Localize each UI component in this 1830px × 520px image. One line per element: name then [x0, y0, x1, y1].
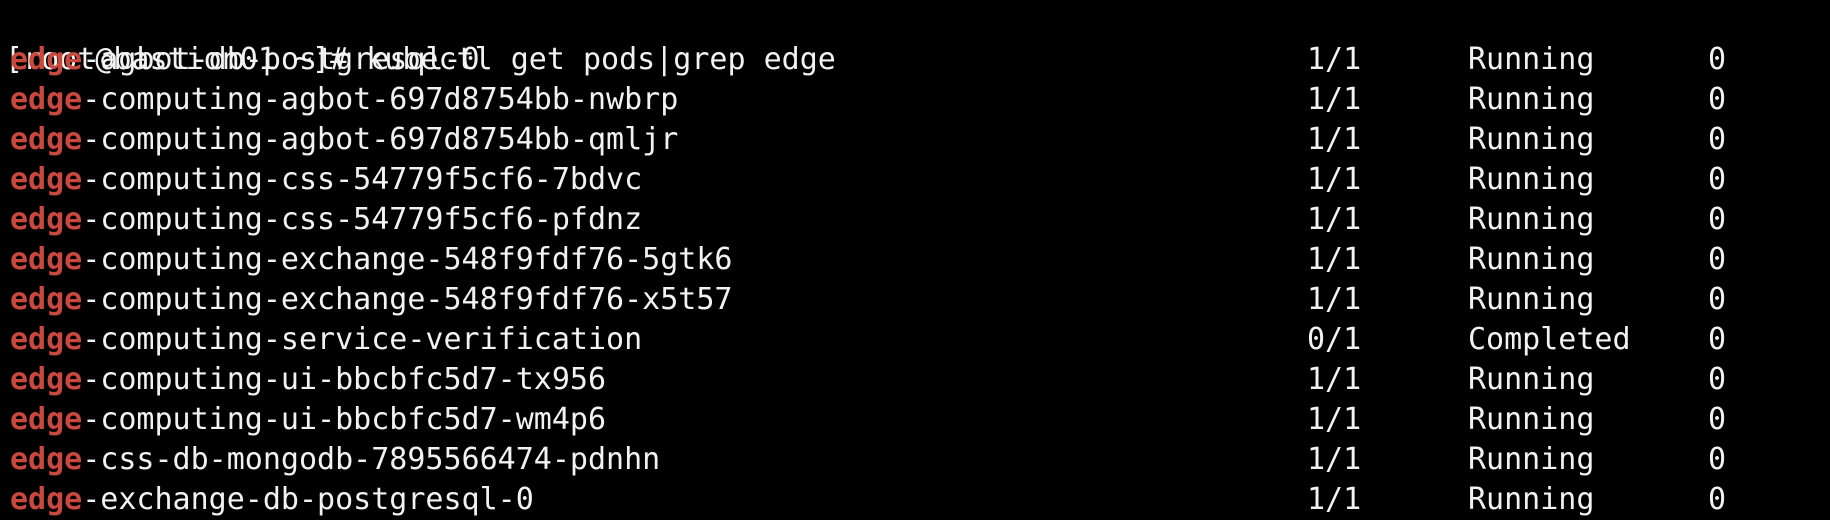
grep-match: edge	[10, 322, 83, 357]
pod-ready: 1/1	[1307, 442, 1362, 477]
pod-restarts: 0	[1708, 202, 1727, 237]
pod-restarts: 0	[1708, 482, 1727, 517]
pod-name-rest: -computing-agbot-697d8754bb-qmljr	[82, 122, 679, 157]
pod-name-rest: -computing-css-54779f5cf6-7bdvc	[82, 162, 643, 197]
pod-status: Running	[1468, 482, 1595, 517]
pod-restarts: 0	[1708, 242, 1727, 277]
pod-name: edge-computing-agbot-697d8754bb-nwbrp	[10, 80, 678, 120]
grep-match: edge	[10, 362, 83, 397]
pod-name: edge-exchange-db-postgresql-0	[10, 480, 534, 520]
pod-name-rest: -computing-ui-bbcbfc5d7-tx956	[82, 362, 607, 397]
pod-ready: 1/1	[1307, 202, 1362, 237]
pod-ready: 1/1	[1307, 42, 1362, 77]
pod-status: Running	[1468, 162, 1595, 197]
pod-row: edge-computing-agbot-697d8754bb-nwbrp 1/1…	[5, 80, 1830, 120]
pod-ready: 0/1	[1307, 322, 1362, 357]
pod-name: edge-computing-exchange-548f9fdf76-x5t57	[10, 280, 732, 320]
pod-name-rest: -computing-exchange-548f9fdf76-5gtk6	[82, 242, 733, 277]
pod-name-rest: -computing-css-54779f5cf6-pfdnz	[82, 202, 643, 237]
pod-name: edge-computing-ui-bbcbfc5d7-tx956	[10, 360, 606, 400]
grep-match: edge	[10, 42, 83, 77]
pod-ready: 1/1	[1307, 122, 1362, 157]
pod-restarts: 0	[1708, 282, 1727, 317]
pod-status: Running	[1468, 402, 1595, 437]
pod-ready: 1/1	[1307, 82, 1362, 117]
pod-status: Completed	[1468, 322, 1631, 357]
pod-row: edge-computing-css-54779f5cf6-7bdvc 1/1 Ru…	[5, 160, 1830, 200]
pod-restarts: 0	[1708, 42, 1727, 77]
pod-status: Running	[1468, 362, 1595, 397]
grep-match: edge	[10, 242, 83, 277]
command-line: [root@bastion01 ~]# kubectl get pods|gre…	[5, 0, 1830, 77]
pod-name-rest: -computing-ui-bbcbfc5d7-wm4p6	[82, 402, 607, 437]
pod-restarts: 0	[1708, 122, 1727, 157]
pod-name-rest: -computing-agbot-697d8754bb-nwbrp	[82, 82, 679, 117]
pod-status: Running	[1468, 42, 1595, 77]
pod-row: edge-computing-exchange-548f9fdf76-x5t57…	[5, 280, 1830, 320]
pod-name-rest: -computing-service-verification	[82, 322, 643, 357]
pod-status: Running	[1468, 202, 1595, 237]
pod-ready: 1/1	[1307, 402, 1362, 437]
grep-match: edge	[10, 282, 83, 317]
pod-row: edge-agbot-db-postgresql-0 1/1 Running 0	[5, 40, 1830, 80]
pod-name: edge-computing-agbot-697d8754bb-qmljr	[10, 120, 678, 160]
grep-match: edge	[10, 402, 83, 437]
pod-ready: 1/1	[1307, 482, 1362, 517]
pod-name: edge-computing-exchange-548f9fdf76-5gtk6	[10, 240, 732, 280]
pod-row: edge-computing-ui-bbcbfc5d7-tx956 1/1 Runn…	[5, 360, 1830, 400]
grep-match: edge	[10, 82, 83, 117]
pod-name-rest: -css-db-mongodb-7895566474-pdnhn	[82, 442, 661, 477]
pod-restarts: 0	[1708, 362, 1727, 397]
pod-restarts: 0	[1708, 162, 1727, 197]
pod-name: edge-computing-service-verification	[10, 320, 642, 360]
pod-name-rest: -computing-exchange-548f9fdf76-x5t57	[82, 282, 733, 317]
pod-row: edge-computing-exchange-548f9fdf76-5gtk6…	[5, 240, 1830, 280]
pod-status: Running	[1468, 242, 1595, 277]
pod-name: edge-css-db-mongodb-7895566474-pdnhn	[10, 440, 660, 480]
pod-restarts: 0	[1708, 322, 1727, 357]
grep-match: edge	[10, 162, 83, 197]
pod-row: edge-computing-service-verification 0/1 Co…	[5, 320, 1830, 360]
pod-restarts: 0	[1708, 402, 1727, 437]
pod-status: Running	[1468, 82, 1595, 117]
pod-ready: 1/1	[1307, 282, 1362, 317]
pod-name: edge-computing-css-54779f5cf6-7bdvc	[10, 160, 642, 200]
pod-status: Running	[1468, 282, 1595, 317]
grep-match: edge	[10, 442, 83, 477]
pod-list: edge-agbot-db-postgresql-0 1/1 Running 0 edg…	[5, 40, 1830, 520]
pod-row: edge-exchange-db-postgresql-0 1/1 Running 0	[5, 480, 1830, 520]
pod-ready: 1/1	[1307, 242, 1362, 277]
pod-status: Running	[1468, 122, 1595, 157]
pod-row: edge-computing-css-54779f5cf6-pfdnz 1/1 Ru…	[5, 200, 1830, 240]
pod-name: edge-computing-ui-bbcbfc5d7-wm4p6	[10, 400, 606, 440]
pod-ready: 1/1	[1307, 162, 1362, 197]
pod-restarts: 0	[1708, 82, 1727, 117]
pod-name: edge-agbot-db-postgresql-0	[10, 40, 480, 80]
pod-name-rest: -exchange-db-postgresql-0	[82, 482, 534, 517]
terminal-window[interactable]: [root@bastion01 ~]# kubectl get pods|gre…	[0, 0, 1830, 520]
pod-status: Running	[1468, 442, 1595, 477]
pod-row: edge-computing-ui-bbcbfc5d7-wm4p6 1/1 Runn…	[5, 400, 1830, 440]
grep-match: edge	[10, 202, 83, 237]
grep-match: edge	[10, 122, 83, 157]
pod-restarts: 0	[1708, 442, 1727, 477]
pod-row: edge-css-db-mongodb-7895566474-pdnhn 1/1 R…	[5, 440, 1830, 480]
grep-match: edge	[10, 482, 83, 517]
pod-name: edge-computing-css-54779f5cf6-pfdnz	[10, 200, 642, 240]
pod-ready: 1/1	[1307, 362, 1362, 397]
pod-row: edge-computing-agbot-697d8754bb-qmljr 1/1…	[5, 120, 1830, 160]
pod-name-rest: -agbot-db-postgresql-0	[82, 42, 480, 77]
